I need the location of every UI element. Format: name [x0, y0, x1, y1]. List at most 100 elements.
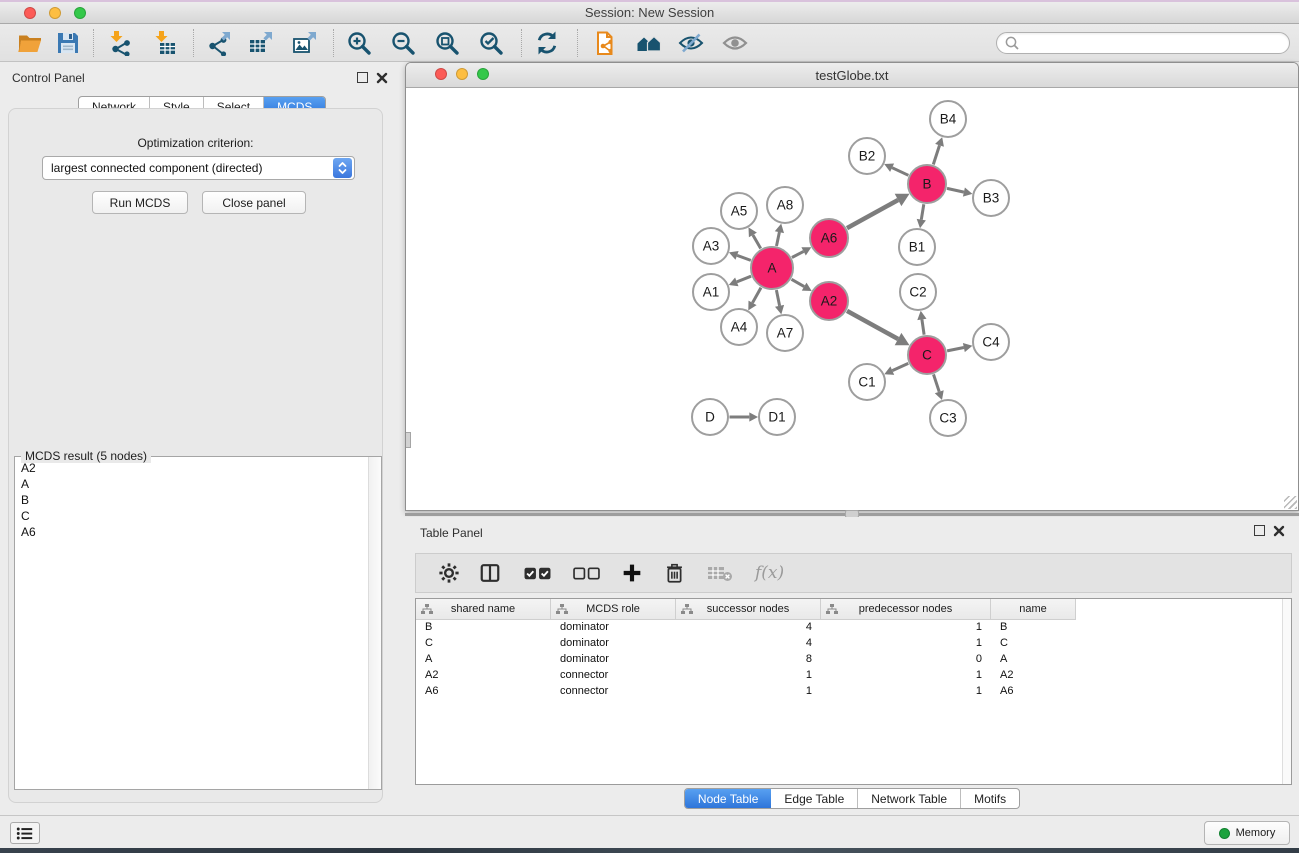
memory-button[interactable]: Memory: [1204, 821, 1290, 845]
cell-successor-nodes[interactable]: 1: [676, 684, 821, 700]
cell-mcds-role[interactable]: connector: [551, 668, 676, 684]
close-window-button[interactable]: [24, 7, 36, 19]
graph-edge-A2-C[interactable]: [847, 311, 898, 339]
split-columns-button[interactable]: [478, 562, 502, 584]
graph-edge-A-A8[interactable]: [777, 232, 780, 246]
network-window-titlebar[interactable]: testGlobe.txt: [406, 63, 1298, 88]
mcds-result-item[interactable]: A: [16, 476, 367, 492]
graph-edge-A-A6[interactable]: [792, 251, 804, 257]
cell-name[interactable]: B: [991, 620, 1076, 636]
dropdown-stepper[interactable]: [333, 158, 352, 178]
tab-node-table[interactable]: Node Table: [685, 789, 772, 808]
import-network-button[interactable]: [101, 28, 137, 58]
graph-edge-C-C3[interactable]: [934, 374, 940, 391]
table-row[interactable]: A2 connector 1 1 A2: [416, 668, 1291, 684]
cell-shared-name[interactable]: A2: [416, 668, 551, 684]
cell-shared-name[interactable]: A: [416, 652, 551, 668]
graph-edge-C-C2[interactable]: [922, 319, 924, 334]
node-table[interactable]: shared name MCDS role successor nodes pr…: [415, 598, 1292, 785]
cell-name[interactable]: A2: [991, 668, 1076, 684]
cell-shared-name[interactable]: C: [416, 636, 551, 652]
column-header-name[interactable]: name: [991, 599, 1076, 620]
window-resize-grip[interactable]: [1284, 496, 1297, 509]
graph-edge-A-A5[interactable]: [753, 235, 761, 249]
run-mcds-button[interactable]: Run MCDS: [92, 191, 188, 214]
search-field[interactable]: [996, 32, 1290, 54]
table-row[interactable]: A dominator 8 0 A: [416, 652, 1291, 668]
tab-motifs[interactable]: Motifs: [961, 789, 1019, 808]
graph-edge-A-A4[interactable]: [753, 288, 762, 303]
graph-edge-A-A3[interactable]: [737, 255, 751, 260]
table-row[interactable]: A6 connector 1 1 A6: [416, 684, 1291, 700]
column-header-successor-nodes[interactable]: successor nodes: [676, 599, 821, 620]
open-session-button[interactable]: [12, 28, 48, 58]
graph-edge-A-A1[interactable]: [737, 276, 751, 282]
mcds-result-item[interactable]: A2: [16, 460, 367, 476]
graph-edge-A-A2[interactable]: [792, 279, 805, 286]
show-all-button[interactable]: [717, 28, 753, 58]
hide-selected-button[interactable]: [673, 28, 709, 58]
close-panel-button[interactable]: Close panel: [202, 191, 306, 214]
cell-shared-name[interactable]: A6: [416, 684, 551, 700]
home-button[interactable]: [631, 28, 667, 58]
import-table-button[interactable]: [146, 28, 182, 58]
cell-mcds-role[interactable]: dominator: [551, 636, 676, 652]
graph-edge-B-B4[interactable]: [933, 145, 939, 164]
cell-predecessor-nodes[interactable]: 1: [821, 636, 991, 652]
deselect-all-columns-button[interactable]: [573, 566, 600, 581]
mcds-result-item[interactable]: B: [16, 492, 367, 508]
table-row[interactable]: C dominator 4 1 C: [416, 636, 1291, 652]
search-input[interactable]: [1020, 34, 1289, 52]
cell-predecessor-nodes[interactable]: 1: [821, 668, 991, 684]
cell-name[interactable]: A: [991, 652, 1076, 668]
cell-mcds-role[interactable]: connector: [551, 684, 676, 700]
cell-name[interactable]: A6: [991, 684, 1076, 700]
mcds-result-list[interactable]: A2 A B C A6: [16, 460, 367, 788]
zoom-selected-button[interactable]: [473, 28, 509, 58]
zoom-fit-button[interactable]: [429, 28, 465, 58]
export-image-button[interactable]: [287, 28, 323, 58]
cell-successor-nodes[interactable]: 4: [676, 620, 821, 636]
graph-edge-B-B3[interactable]: [947, 188, 964, 192]
graph-edge-B-B1[interactable]: [921, 204, 924, 219]
cell-successor-nodes[interactable]: 4: [676, 636, 821, 652]
tab-network-table[interactable]: Network Table: [858, 789, 961, 808]
graph-edge-B-B2[interactable]: [892, 168, 908, 176]
refresh-button[interactable]: [529, 28, 565, 58]
close-table-panel-icon[interactable]: [1273, 525, 1285, 537]
task-history-button[interactable]: [10, 822, 40, 844]
table-scrollbar[interactable]: [1282, 599, 1291, 784]
table-row[interactable]: B dominator 4 1 B: [416, 620, 1291, 636]
cell-predecessor-nodes[interactable]: 1: [821, 684, 991, 700]
add-column-button[interactable]: [622, 563, 642, 583]
save-session-button[interactable]: [50, 28, 86, 58]
zoom-in-button[interactable]: [341, 28, 377, 58]
close-panel-icon[interactable]: [376, 72, 388, 84]
select-all-columns-button[interactable]: [524, 566, 551, 581]
zoom-out-button[interactable]: [385, 28, 421, 58]
graph-edge-A6-B[interactable]: [847, 200, 898, 228]
float-panel-icon[interactable]: [357, 72, 368, 83]
mcds-result-item[interactable]: A6: [16, 524, 367, 540]
horizontal-splitter[interactable]: [405, 513, 1299, 516]
table-options-gear-button[interactable]: [438, 562, 460, 584]
mcds-result-item[interactable]: C: [16, 508, 367, 524]
float-table-panel-icon[interactable]: [1254, 525, 1265, 536]
network-graph-svg[interactable]: AA6A2BCA1A3A4A5A7A8B1B2B3B4C1C2C3C4DD1: [406, 88, 1298, 509]
column-header-shared-name[interactable]: shared name: [416, 599, 551, 620]
network-canvas[interactable]: AA6A2BCA1A3A4A5A7A8B1B2B3B4C1C2C3C4DD1: [406, 88, 1298, 510]
cell-name[interactable]: C: [991, 636, 1076, 652]
export-table-button[interactable]: [243, 28, 279, 58]
graph-edge-C-C4[interactable]: [947, 348, 964, 351]
cell-shared-name[interactable]: B: [416, 620, 551, 636]
tab-edge-table[interactable]: Edge Table: [771, 789, 858, 808]
cell-mcds-role[interactable]: dominator: [551, 652, 676, 668]
cell-predecessor-nodes[interactable]: 1: [821, 620, 991, 636]
zoom-window-button[interactable]: [74, 7, 86, 19]
result-scrollbar[interactable]: [368, 457, 381, 789]
graph-edge-C-C1[interactable]: [892, 363, 908, 370]
column-header-predecessor-nodes[interactable]: predecessor nodes: [821, 599, 991, 620]
cell-mcds-role[interactable]: dominator: [551, 620, 676, 636]
cell-successor-nodes[interactable]: 8: [676, 652, 821, 668]
optimization-criterion-dropdown[interactable]: largest connected component (directed): [42, 156, 355, 180]
